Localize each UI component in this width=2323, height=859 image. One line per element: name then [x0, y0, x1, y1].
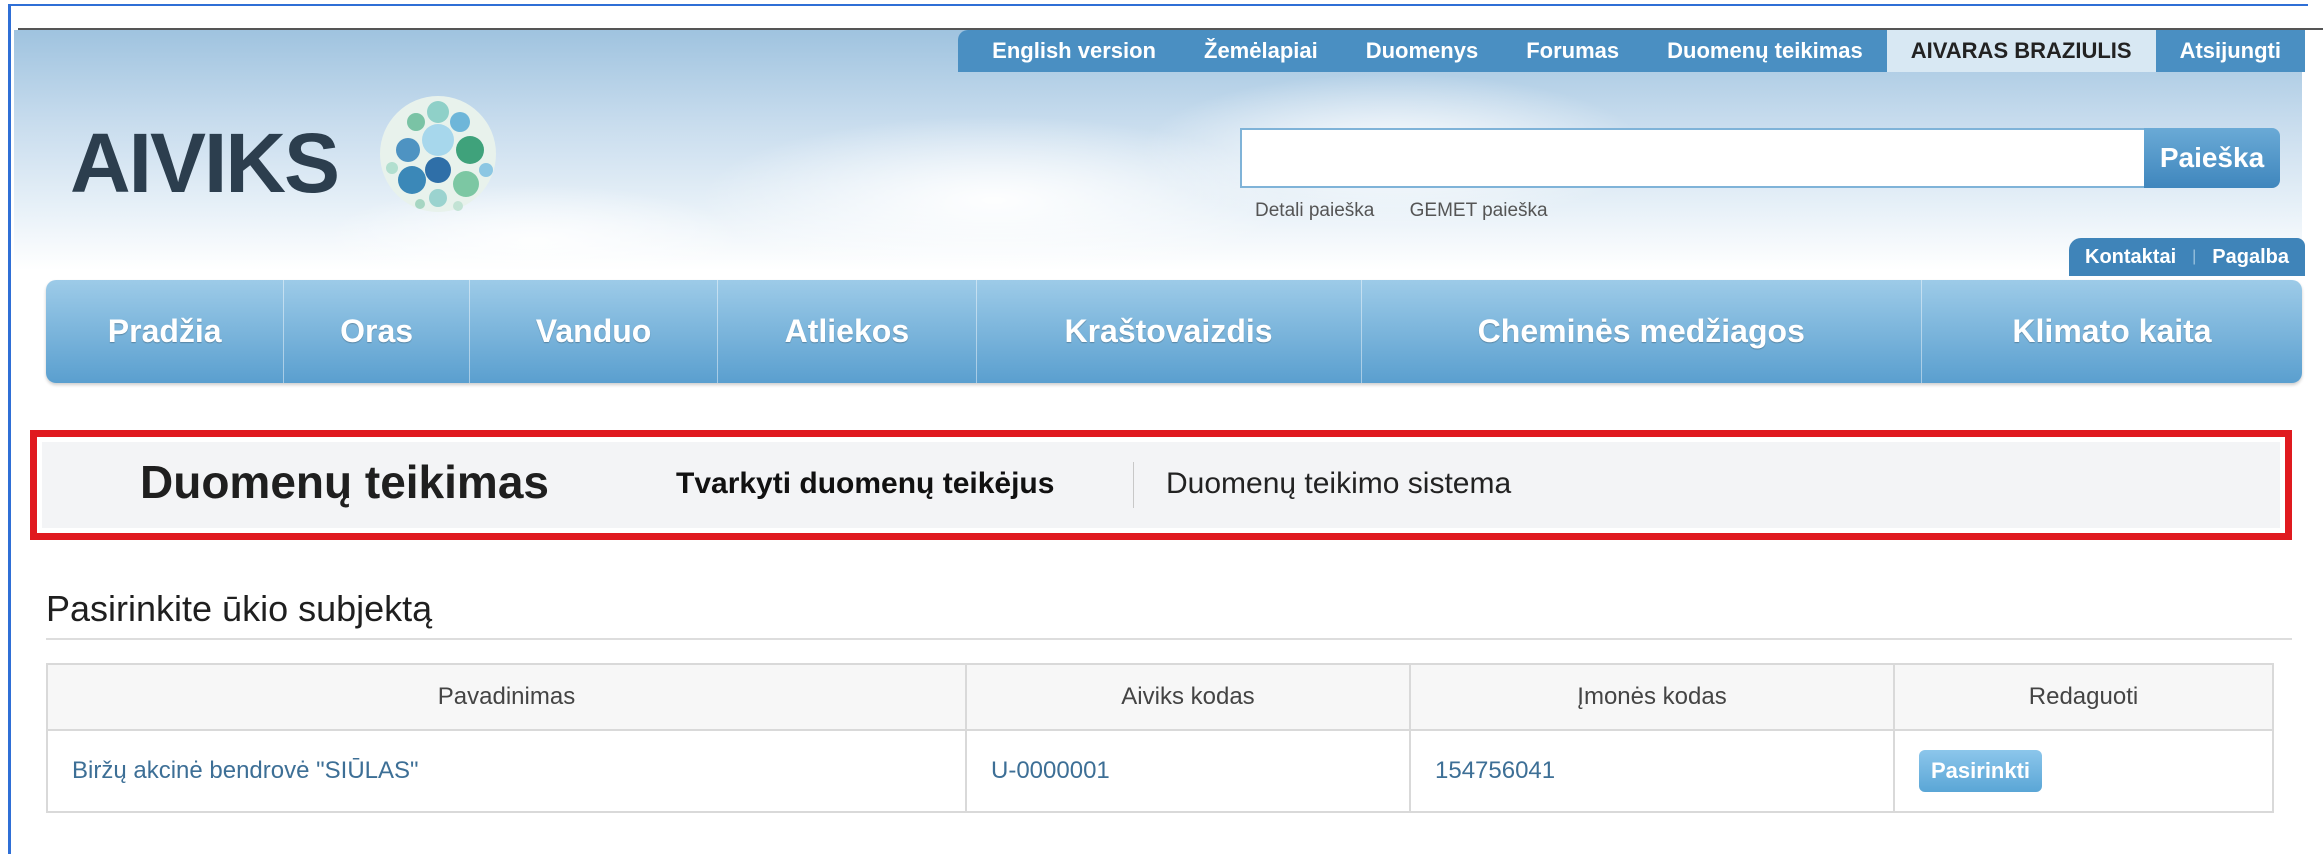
contacts-link[interactable]: Kontaktai	[2069, 246, 2192, 269]
top-link-maps[interactable]: Žemėlapiai	[1180, 38, 1342, 64]
logout-link[interactable]: Atsijungti	[2156, 38, 2305, 64]
cell-name[interactable]: Biržų akcinė bendrovė "SIŪLAS"	[46, 729, 967, 813]
nav-item-chemicals[interactable]: Cheminės medžiagos	[1362, 280, 1923, 383]
manage-providers-link[interactable]: Tvarkyti duomenų teikėjus	[676, 467, 1054, 501]
data-provision-system-link[interactable]: Duomenų teikimo sistema	[1166, 467, 1511, 501]
detailed-search-link[interactable]: Detali paieška	[1255, 200, 1374, 221]
nav-item-waste[interactable]: Atliekos	[718, 280, 977, 383]
cell-edit: Pasirinkti	[1893, 729, 2274, 813]
top-link-english[interactable]: English version	[968, 38, 1180, 64]
main-nav: Pradžia Oras Vanduo Atliekos Kraštovaizd…	[46, 280, 2302, 383]
top-link-data[interactable]: Duomenys	[1342, 38, 1502, 64]
data-provision-divider	[1133, 462, 1134, 508]
cell-aiviks-code: U-0000001	[965, 729, 1411, 813]
col-header-aiviks-code: Aiviks kodas	[965, 663, 1411, 731]
nav-item-home[interactable]: Pradžia	[46, 280, 285, 383]
help-link[interactable]: Pagalba	[2196, 246, 2305, 269]
logo-dots-icon	[380, 96, 496, 212]
col-header-name: Pavadinimas	[46, 663, 967, 731]
top-link-data-provision[interactable]: Duomenų teikimas	[1643, 38, 1887, 64]
search-sub-links: Detali paieška GEMET paieška	[1255, 200, 1578, 222]
nav-item-climate[interactable]: Klimato kaita	[1922, 280, 2302, 383]
select-button[interactable]: Pasirinkti	[1919, 750, 2043, 792]
section-divider	[46, 638, 2292, 640]
cell-company-code: 154756041	[1409, 729, 1895, 813]
table-row: Biržų akcinė bendrovė "SIŪLAS" U-0000001…	[46, 729, 2274, 813]
col-header-edit: Redaguoti	[1893, 663, 2274, 731]
data-provision-title: Duomenų teikimas	[140, 456, 549, 508]
gemet-search-link[interactable]: GEMET paieška	[1410, 200, 1548, 221]
nav-item-landscape[interactable]: Kraštovaizdis	[977, 280, 1362, 383]
contacts-help-bar: Kontaktai | Pagalba	[2069, 238, 2305, 276]
search-box: Paieška	[1240, 128, 2280, 188]
top-link-forum[interactable]: Forumas	[1502, 38, 1643, 64]
entity-table: Pavadinimas Aiviks kodas Įmonės kodas Re…	[46, 663, 2274, 813]
user-name: AIVARAS BRAZIULIS	[1886, 30, 2156, 72]
top-links-bar: English version Žemėlapiai Duomenys Foru…	[958, 30, 2305, 72]
col-header-company-code: Įmonės kodas	[1409, 663, 1895, 731]
section-title: Pasirinkite ūkio subjektą	[46, 588, 433, 629]
search-button[interactable]: Paieška	[2144, 128, 2280, 188]
search-input[interactable]	[1240, 128, 2144, 188]
site-logo-text[interactable]: AIVIKS	[70, 115, 340, 212]
nav-item-water[interactable]: Vanduo	[470, 280, 719, 383]
nav-item-air[interactable]: Oras	[284, 280, 470, 383]
table-header-row: Pavadinimas Aiviks kodas Įmonės kodas Re…	[46, 663, 2274, 731]
